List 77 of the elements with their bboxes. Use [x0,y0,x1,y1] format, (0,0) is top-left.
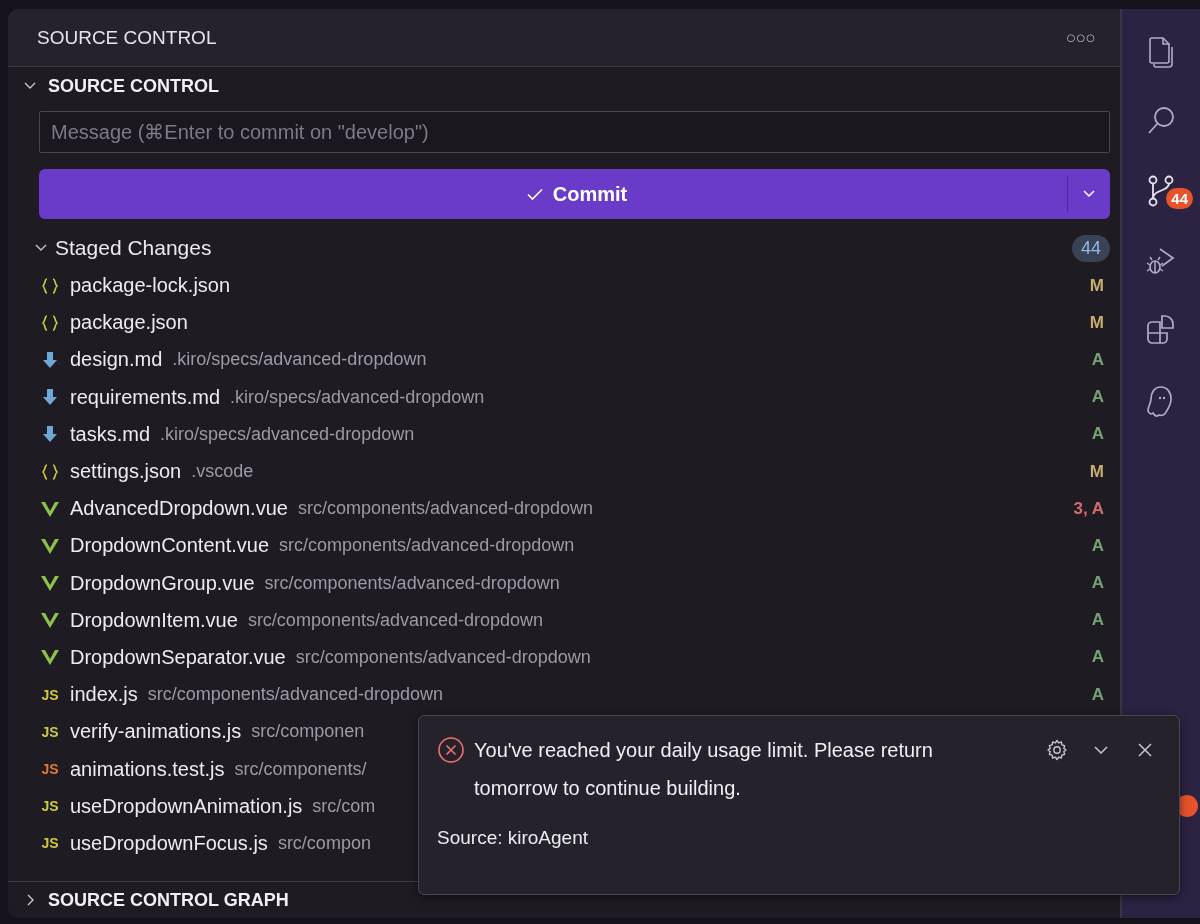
status-letter: M [1089,312,1105,333]
file-row[interactable]: JS index.js src/components/advanced-dropdown A [39,676,1110,714]
file-row[interactable]: DropdownSeparator.vue src/components/advanced-dropdown A [39,638,1110,677]
status-letter: A [1091,387,1105,408]
file-name: DropdownGroup.vue [70,571,255,595]
file-path: src/com [312,795,376,817]
file-row[interactable]: DropdownContent.vue src/components/advanced-dropdown A [39,527,1110,565]
status-letter: 3, A [1073,498,1105,519]
js-icon: JS [40,798,60,815]
section-header[interactable]: SOURCE CONTROL [48,75,219,97]
braces-icon [40,275,60,296]
js-icon: JS [40,723,60,740]
file-name: design.md [70,348,163,372]
file-row[interactable]: DropdownItem.vue src/components/advanced-dropdown A [39,601,1110,639]
error-icon [437,736,465,764]
file-path: src/components/advanced-dropdown [295,646,591,668]
js-icon: JS [40,835,60,852]
file-row[interactable]: settings.json .vscode M [39,452,1110,491]
status-letter: M [1089,275,1105,296]
section-header[interactable]: SOURCE CONTROL GRAPH [48,889,289,911]
file-name: AdvancedDropdown.vue [70,497,288,521]
file-path: .kiro/specs/advanced-dropdown [160,423,415,445]
braces-icon [40,461,60,482]
file-name: animations.test.js [70,757,225,781]
file-path: src/components/advanced-dropdown [147,684,443,706]
file-path: src/components/ [234,758,367,780]
js-icon: JS [40,761,60,778]
file-name: useDropdownFocus.js [70,831,268,855]
file-row[interactable]: AdvancedDropdown.vue src/components/advanced-dropdown 3, A [39,490,1110,528]
file-row[interactable]: DropdownGroup.vue src/components/advanced-dropdown A [39,564,1110,602]
file-name: index.js [70,683,138,707]
file-path: src/components/advanced-dropdown [264,572,560,594]
file-path: .kiro/specs/advanced-dropdown [230,386,485,408]
file-path: src/compon [277,832,371,854]
file-row[interactable]: design.md .kiro/specs/advanced-dropdown A [39,341,1110,379]
file-row[interactable]: requirements.md .kiro/specs/advanced-dropdown A [39,378,1110,416]
status-letter: A [1091,424,1105,445]
panel-title: SOURCE CONTROL [37,26,217,49]
commit-button[interactable]: Commit [39,169,1067,219]
file-path: src/components/advanced-dropdown [297,498,594,520]
more-actions-button[interactable]: ○○○ [1062,30,1100,45]
file-path: src/componen [251,721,365,743]
file-name: requirements.md [70,385,221,409]
status-letter: M [1089,461,1105,482]
message-input-field[interactable]: Message (⌘Enter to commit on "develop") [39,111,1110,153]
file-name: verify-animations.js [70,720,242,744]
file-row[interactable]: package.json M [39,304,1110,342]
file-path: src/components/advanced-dropdown [247,609,544,631]
js-icon: JS [40,686,60,703]
file-name: package-lock.json [70,274,231,298]
braces-icon [40,312,60,333]
notification-source: Source: kiroAgent [437,827,590,849]
staged-changes-header[interactable]: Staged Changes [55,236,212,260]
status-letter: A [1091,349,1105,370]
status-letter: A [1091,535,1105,556]
count-badge: 44 [1166,188,1193,209]
file-row[interactable]: package-lock.json M [39,267,1110,305]
status-letter: A [1091,684,1105,705]
status-letter: A [1091,647,1105,668]
file-path: .vscode [191,461,254,483]
file-row[interactable]: tasks.md .kiro/specs/advanced-dropdown A [39,415,1110,453]
file-name: settings.json [70,460,182,484]
down-arrow-icon [40,349,60,370]
count-badge: 44 [1071,234,1110,262]
file-path: src/components/advanced-dropdown [279,535,575,557]
file-name: tasks.md [70,422,151,446]
activity-bar-button[interactable]: 44 [1129,166,1193,216]
status-letter: A [1091,573,1105,594]
settings-icon [1045,738,1069,762]
file-name: DropdownContent.vue [70,534,269,558]
file-name: DropdownItem.vue [70,608,238,632]
notification-message: You've reached your daily usage limit. Please return tomorrow to continue building. [474,738,934,801]
file-name: useDropdownAnimation.js [70,794,303,818]
file-name: package.json [70,311,188,335]
file-name: DropdownSeparator.vue [70,645,286,669]
status-letter: A [1091,610,1105,631]
file-path: .kiro/specs/advanced-dropdown [172,349,427,371]
